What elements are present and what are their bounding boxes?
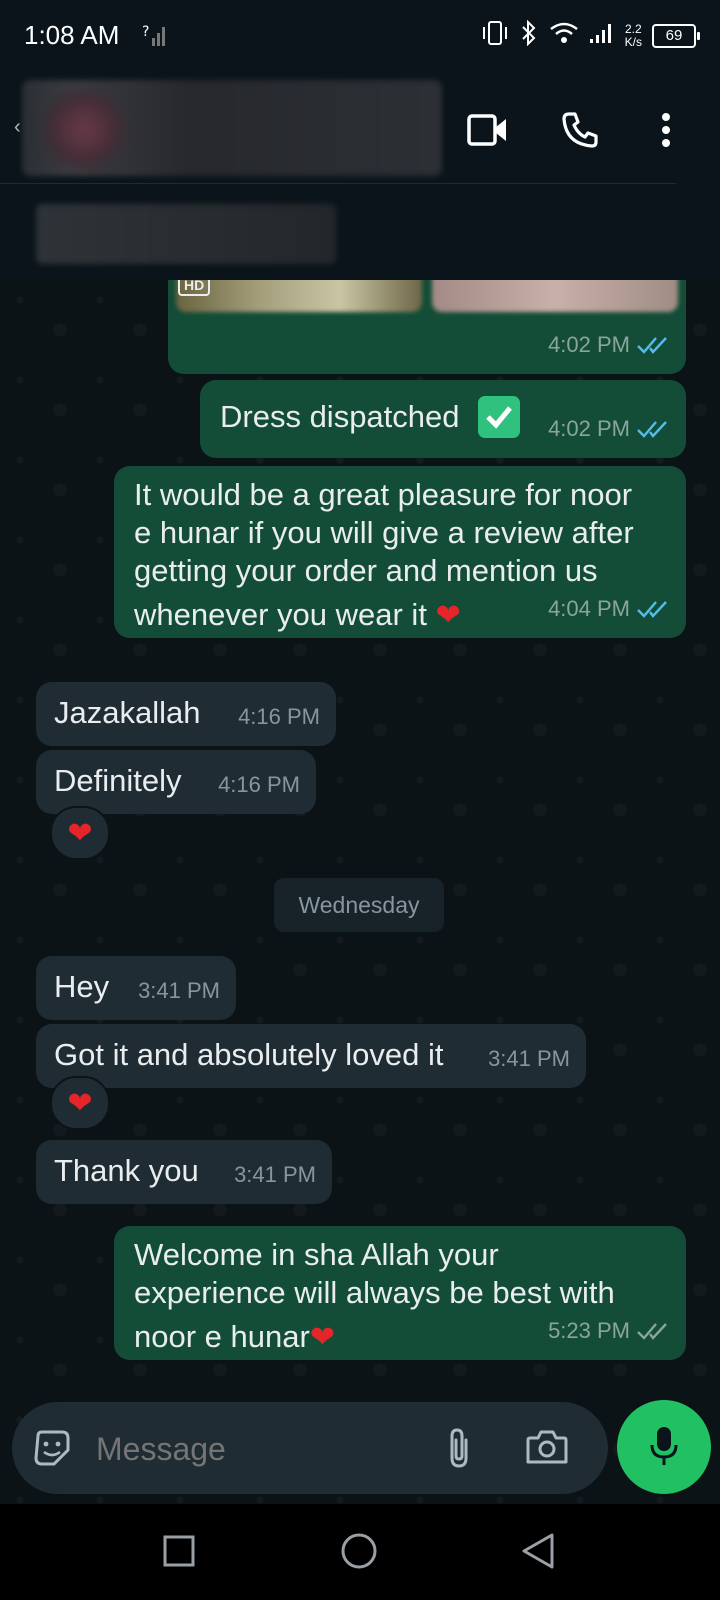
message-meta: 3:41 PM bbox=[138, 978, 220, 1003]
read-receipt-icon bbox=[637, 601, 667, 618]
message-meta: 5:23 PM bbox=[548, 1312, 670, 1350]
pinned-message-blurred bbox=[36, 204, 336, 264]
wifi-icon bbox=[549, 21, 579, 50]
read-receipt-icon bbox=[637, 337, 667, 354]
voice-call-icon[interactable] bbox=[558, 108, 602, 152]
media-message[interactable]: HD 4:02 PM bbox=[168, 280, 686, 374]
status-bar: 1:08 AM ? 2.2 K/s 69 bbox=[0, 0, 720, 72]
chat-header: ‹ bbox=[0, 72, 720, 184]
heart-icon: ❤ bbox=[309, 1321, 335, 1354]
message-bubble[interactable]: Thank you 3:41 PM bbox=[36, 1140, 332, 1204]
signal-icon bbox=[589, 21, 615, 50]
heart-icon: ❤ bbox=[67, 816, 93, 850]
media-thumbnail[interactable] bbox=[176, 280, 422, 312]
no-sim-icon: ? bbox=[142, 22, 168, 53]
message-meta: 4:16 PM bbox=[238, 704, 320, 729]
message-meta: 3:41 PM bbox=[488, 1046, 570, 1071]
day-separator: Wednesday bbox=[274, 878, 444, 932]
message-text: Thank you bbox=[54, 1153, 199, 1188]
system-nav-bar bbox=[0, 1504, 720, 1600]
pinned-banner[interactable] bbox=[0, 184, 720, 280]
video-call-icon[interactable] bbox=[466, 108, 510, 152]
hd-badge: HD bbox=[178, 280, 211, 296]
back-icon[interactable]: ‹ bbox=[14, 116, 21, 139]
bluetooth-icon bbox=[519, 19, 539, 51]
mic-button[interactable] bbox=[617, 1400, 711, 1494]
message-bubble[interactable]: Definitely 4:16 PM bbox=[36, 750, 316, 814]
battery-indicator: 69 bbox=[652, 23, 700, 48]
check-mark-button-icon bbox=[478, 396, 520, 438]
message-text: Welcome in sha Allah your experience wil… bbox=[134, 1237, 615, 1354]
message-bubble[interactable]: It would be a great pleasure for noor e … bbox=[114, 466, 686, 638]
message-text: Got it and absolutely loved it bbox=[54, 1037, 444, 1072]
message-input[interactable] bbox=[94, 1422, 428, 1476]
message-bubble[interactable]: Welcome in sha Allah your experience wil… bbox=[114, 1226, 686, 1360]
camera-icon[interactable] bbox=[526, 1428, 568, 1471]
message-text: Hey bbox=[54, 969, 110, 1004]
recents-icon[interactable] bbox=[162, 1534, 196, 1573]
home-icon[interactable] bbox=[340, 1532, 378, 1575]
message-meta: 4:16 PM bbox=[218, 772, 300, 797]
message-meta: 4:02 PM bbox=[548, 410, 670, 448]
message-composer[interactable] bbox=[12, 1402, 608, 1494]
sticker-icon[interactable] bbox=[32, 1428, 72, 1473]
avatar[interactable] bbox=[44, 92, 124, 166]
attachment-icon[interactable] bbox=[444, 1426, 474, 1475]
read-receipt-icon bbox=[637, 421, 667, 438]
message-text: Definitely bbox=[54, 763, 182, 798]
media-thumbnail[interactable] bbox=[432, 280, 678, 312]
message-meta: 4:02 PM bbox=[548, 326, 670, 364]
mic-icon bbox=[650, 1427, 678, 1465]
delivered-receipt-icon bbox=[637, 1323, 667, 1340]
status-time: 1:08 AM bbox=[24, 20, 120, 50]
chat-area[interactable]: HD 4:02 PM Dress dispatched 4:02 PM It w… bbox=[0, 280, 720, 1504]
message-text: Jazakallah bbox=[54, 695, 201, 730]
message-bubble[interactable]: Dress dispatched 4:02 PM bbox=[200, 380, 686, 458]
network-speed: 2.2 K/s bbox=[624, 21, 642, 49]
reaction-badge[interactable]: ❤ bbox=[50, 806, 110, 860]
vibrate-icon bbox=[481, 20, 509, 51]
more-options-icon[interactable] bbox=[654, 108, 678, 152]
message-text: Dress dispatched bbox=[220, 399, 460, 434]
message-bubble[interactable]: Got it and absolutely loved it 3:41 PM bbox=[36, 1024, 586, 1088]
message-bubble[interactable]: Hey 3:41 PM bbox=[36, 956, 236, 1020]
message-meta: 4:04 PM bbox=[548, 590, 670, 628]
message-bubble[interactable]: Jazakallah 4:16 PM bbox=[36, 682, 336, 746]
back-nav-icon[interactable] bbox=[520, 1532, 556, 1575]
heart-icon: ❤ bbox=[435, 599, 461, 632]
reaction-badge[interactable]: ❤ bbox=[50, 1076, 110, 1130]
svg-text:?: ? bbox=[142, 24, 149, 40]
heart-icon: ❤ bbox=[67, 1086, 93, 1120]
message-meta: 3:41 PM bbox=[234, 1162, 316, 1187]
